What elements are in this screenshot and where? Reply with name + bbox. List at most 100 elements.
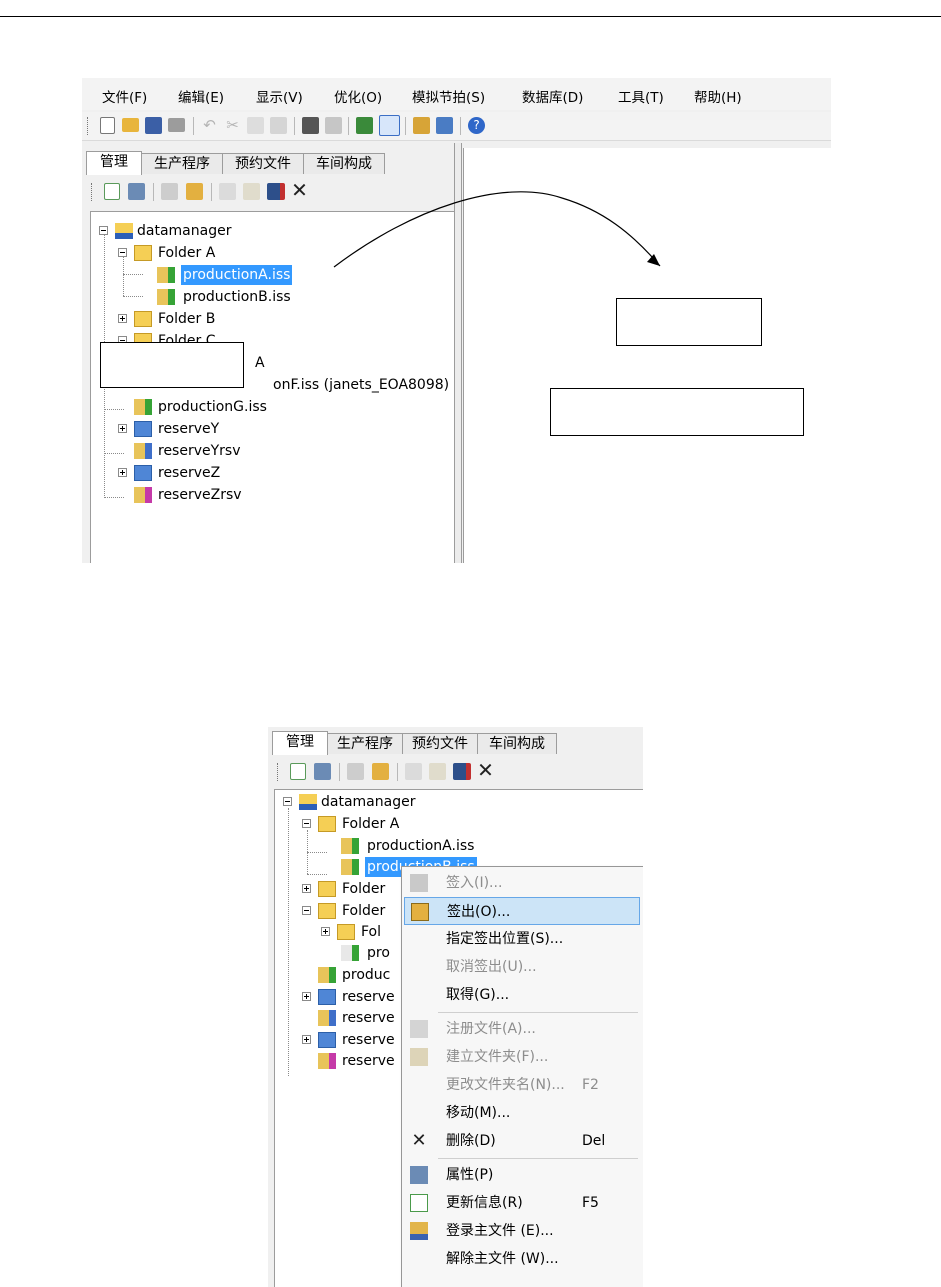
menu-item-move[interactable]: 移动(M)... bbox=[404, 1099, 640, 1127]
tree-label: A bbox=[255, 355, 265, 371]
print-icon[interactable] bbox=[168, 118, 185, 132]
checkout-icon[interactable] bbox=[186, 183, 203, 200]
pane-toolbar: ✕ bbox=[86, 179, 450, 205]
tab-workshop-config[interactable]: 车间构成 bbox=[303, 153, 385, 174]
tree-label: productionA.iss bbox=[367, 838, 475, 854]
menu-item-properties[interactable]: 属性(P) bbox=[404, 1161, 640, 1189]
properties-icon[interactable] bbox=[128, 183, 145, 200]
properties-icon bbox=[410, 1166, 428, 1184]
menu-item-checkin[interactable]: 签入(I)... bbox=[404, 869, 640, 897]
menu-optimize[interactable]: 优化(O) bbox=[334, 86, 382, 106]
undo-icon[interactable]: ↶ bbox=[201, 117, 218, 134]
copy-icon[interactable] bbox=[247, 117, 264, 134]
menu-simulate[interactable]: 模拟节拍(S) bbox=[412, 86, 485, 106]
menu-tools[interactable]: 工具(T) bbox=[618, 86, 664, 106]
open-folder-icon[interactable] bbox=[122, 118, 139, 132]
menu-database[interactable]: 数据库(D) bbox=[522, 86, 583, 106]
move-icon[interactable] bbox=[453, 763, 471, 780]
new-folder-icon[interactable] bbox=[243, 183, 260, 200]
toolbar-grip[interactable] bbox=[277, 763, 280, 781]
tab-reservation-file[interactable]: 预约文件 bbox=[222, 153, 304, 174]
export-icon[interactable] bbox=[379, 115, 400, 136]
expand-toggle[interactable] bbox=[302, 1035, 311, 1044]
reserve-file-icon bbox=[134, 487, 152, 503]
checkin-icon[interactable] bbox=[161, 183, 178, 200]
cut-icon[interactable]: ✂ bbox=[224, 117, 241, 134]
tab-production-program[interactable]: 生产程序 bbox=[141, 153, 223, 174]
toolbar-separator bbox=[339, 763, 340, 781]
find-icon[interactable] bbox=[302, 117, 319, 134]
menu-item-label: 注册文件(A)... bbox=[446, 1021, 536, 1037]
menu-view[interactable]: 显示(V) bbox=[256, 86, 303, 106]
register-master-icon bbox=[410, 1222, 428, 1240]
reserve-file-icon bbox=[318, 1010, 336, 1026]
menu-item-checkout[interactable]: 签出(O)... bbox=[404, 897, 640, 925]
menu-file[interactable]: 文件(F) bbox=[102, 86, 147, 106]
collapse-toggle[interactable] bbox=[118, 248, 127, 257]
expand-toggle[interactable] bbox=[118, 424, 127, 433]
tree-label: reserve bbox=[342, 989, 395, 1005]
refresh-icon[interactable] bbox=[104, 183, 120, 200]
register-file-icon[interactable] bbox=[405, 763, 422, 780]
properties-icon[interactable] bbox=[314, 763, 331, 780]
layout-icon[interactable] bbox=[413, 117, 430, 134]
menu-help[interactable]: 帮助(H) bbox=[694, 86, 742, 106]
toolbar-grip[interactable] bbox=[87, 117, 90, 135]
collapse-toggle[interactable] bbox=[99, 226, 108, 235]
save-icon[interactable] bbox=[145, 117, 162, 134]
checkout-icon[interactable] bbox=[372, 763, 389, 780]
menu-item-register-file[interactable]: 注册文件(A)... bbox=[404, 1015, 640, 1043]
new-folder-icon[interactable] bbox=[429, 763, 446, 780]
menu-edit[interactable]: 编辑(E) bbox=[178, 86, 224, 106]
refresh-icon[interactable] bbox=[290, 763, 306, 780]
expand-toggle[interactable] bbox=[118, 314, 127, 323]
tree-label: Folder bbox=[342, 903, 386, 919]
expand-toggle[interactable] bbox=[302, 884, 311, 893]
tab-manage[interactable]: 管理 bbox=[272, 731, 328, 755]
pane-splitter[interactable] bbox=[454, 143, 462, 563]
tab-reservation-file[interactable]: 预约文件 bbox=[402, 733, 478, 754]
expand-toggle[interactable] bbox=[321, 927, 330, 936]
menu-item-checkout-location[interactable]: 指定签出位置(S)... bbox=[404, 925, 640, 953]
tree-label: reserveZrsv bbox=[158, 487, 242, 503]
move-icon[interactable] bbox=[267, 183, 285, 200]
toolbar-separator bbox=[460, 117, 461, 135]
menu-item-refresh[interactable]: 更新信息(R) F5 bbox=[404, 1189, 640, 1217]
register-file-icon[interactable] bbox=[219, 183, 236, 200]
tree-label: onF.iss (janets_EOA8098) bbox=[273, 377, 450, 393]
menu-item-get[interactable]: 取得(G)... bbox=[404, 981, 640, 1009]
production-file-icon bbox=[341, 838, 359, 854]
collapse-toggle[interactable] bbox=[283, 797, 292, 806]
tab-workshop-config[interactable]: 车间构成 bbox=[477, 733, 557, 754]
delete-icon[interactable]: ✕ bbox=[477, 760, 494, 780]
new-file-icon[interactable] bbox=[100, 117, 115, 134]
app-window-screenshot: 文件(F) 编辑(E) 显示(V) 优化(O) 模拟节拍(S) 数据库(D) 工… bbox=[82, 78, 831, 563]
production-file-icon bbox=[134, 399, 152, 415]
arrange-icon[interactable] bbox=[356, 117, 373, 134]
menu-bar: 文件(F) 编辑(E) 显示(V) 优化(O) 模拟节拍(S) 数据库(D) 工… bbox=[82, 78, 831, 110]
find-next-icon[interactable] bbox=[325, 117, 342, 134]
tree-label: Folder A bbox=[158, 245, 216, 261]
menu-item-delete[interactable]: ✕ 删除(D) Del bbox=[404, 1127, 640, 1155]
simulate-icon[interactable] bbox=[436, 117, 453, 134]
checkin-icon[interactable] bbox=[347, 763, 364, 780]
collapse-toggle[interactable] bbox=[302, 819, 311, 828]
delete-icon: ✕ bbox=[411, 1130, 427, 1151]
delete-icon[interactable]: ✕ bbox=[291, 180, 308, 200]
expand-toggle[interactable] bbox=[302, 992, 311, 1001]
paste-icon[interactable] bbox=[270, 117, 287, 134]
help-icon[interactable]: ? bbox=[468, 117, 485, 134]
collapse-toggle[interactable] bbox=[302, 906, 311, 915]
folder-icon bbox=[318, 903, 336, 919]
menu-item-register-master[interactable]: 登录主文件 (E)... bbox=[404, 1217, 640, 1245]
menu-item-cancel-checkout[interactable]: 取消签出(U)... bbox=[404, 953, 640, 981]
menu-item-release-master[interactable]: 解除主文件 (W)... bbox=[404, 1245, 640, 1273]
tab-manage[interactable]: 管理 bbox=[86, 151, 142, 175]
menu-item-new-folder[interactable]: 建立文件夹(F)... bbox=[404, 1043, 640, 1071]
folder-icon bbox=[134, 311, 152, 327]
expand-toggle[interactable] bbox=[118, 468, 127, 477]
main-toolbar: ↶ ✂ ? bbox=[82, 112, 831, 141]
menu-item-rename-folder[interactable]: 更改文件夹名(N)... F2 bbox=[404, 1071, 640, 1099]
tab-production-program[interactable]: 生产程序 bbox=[327, 733, 403, 754]
toolbar-grip[interactable] bbox=[91, 183, 94, 201]
